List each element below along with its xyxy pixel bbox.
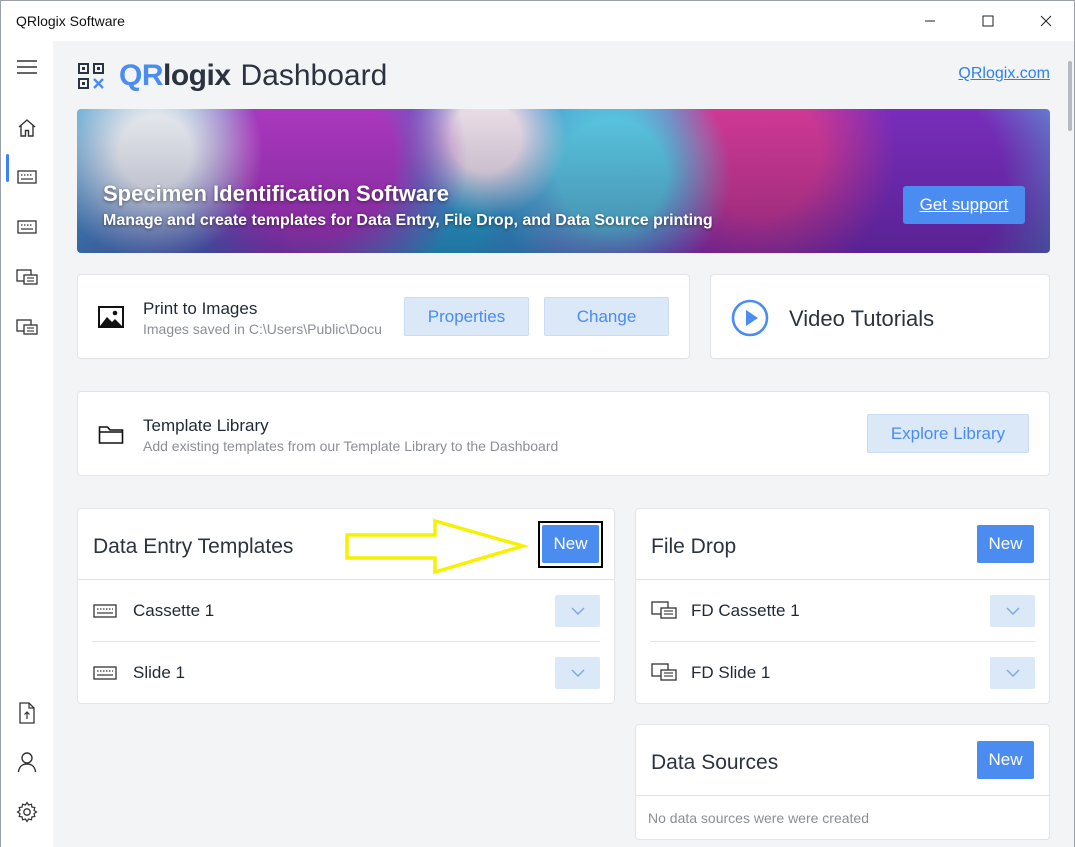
sidebar-item-settings[interactable] bbox=[15, 800, 39, 824]
app-window: QRlogix Software QRlogix Dashboard QRlog… bbox=[0, 0, 1075, 847]
explore-library-button[interactable]: Explore Library bbox=[867, 414, 1029, 453]
file-drop-title: File Drop bbox=[651, 535, 737, 558]
chevron-down-icon bbox=[571, 669, 584, 677]
expand-button[interactable] bbox=[555, 657, 600, 689]
divider bbox=[636, 795, 1049, 796]
data-entry-title: Data Entry Templates bbox=[93, 535, 294, 558]
data-sources-card: Data Sources New No data sources were we… bbox=[635, 724, 1050, 840]
sidebar-item-home[interactable] bbox=[15, 116, 39, 140]
qr-code-icon bbox=[78, 63, 104, 89]
window-title: QRlogix Software bbox=[16, 13, 125, 29]
image-icon bbox=[98, 305, 124, 329]
sidebar-item-data-entry-2[interactable] bbox=[15, 215, 39, 239]
file-drop-name: FD Slide 1 bbox=[691, 663, 771, 682]
template-name: Slide 1 bbox=[133, 663, 185, 682]
template-library-card: Template Library Add existing templates … bbox=[77, 391, 1050, 476]
sidebar-active-indicator bbox=[6, 154, 9, 182]
gear-icon bbox=[16, 801, 38, 823]
sidebar bbox=[1, 41, 53, 847]
file-drop-icon bbox=[16, 269, 38, 285]
page-header: QRlogix Dashboard bbox=[77, 59, 387, 93]
sidebar-item-export[interactable] bbox=[15, 701, 39, 725]
keyboard-icon bbox=[92, 603, 118, 619]
title-bar: QRlogix Software bbox=[1, 1, 1074, 41]
file-drop-name: FD Cassette 1 bbox=[691, 601, 800, 620]
sidebar-item-data-entry[interactable] bbox=[15, 165, 39, 189]
play-icon bbox=[731, 299, 769, 337]
expand-button[interactable] bbox=[555, 595, 600, 627]
folder-icon bbox=[98, 422, 124, 446]
maximize-icon bbox=[982, 15, 994, 27]
home-icon bbox=[18, 119, 36, 137]
video-tutorials-title: Video Tutorials bbox=[789, 306, 935, 331]
sidebar-item-file-drop[interactable] bbox=[15, 265, 39, 289]
scrollbar[interactable] bbox=[1068, 61, 1072, 131]
close-icon bbox=[1040, 15, 1052, 27]
new-data-source-button[interactable]: New bbox=[977, 741, 1034, 779]
divider bbox=[650, 641, 1035, 642]
sidebar-item-account[interactable] bbox=[15, 750, 39, 774]
divider bbox=[92, 641, 600, 642]
library-subtitle: Add existing templates from our Template… bbox=[143, 438, 559, 454]
printer-title: Print to Images bbox=[143, 299, 258, 318]
chevron-down-icon bbox=[571, 607, 584, 615]
printer-path: Images saved in C:\Users\Public\Docu bbox=[143, 321, 382, 337]
hero-banner: Specimen Identification Software Manage … bbox=[77, 109, 1050, 253]
main-content: QRlogix Dashboard QRlogix.com Specimen I… bbox=[53, 41, 1074, 847]
logo-logix-text: logix bbox=[163, 59, 231, 92]
library-title: Template Library bbox=[143, 416, 269, 435]
file-drop-card: File Drop New FD Cassette 1 FD Slide 1 bbox=[635, 508, 1050, 704]
keyboard-icon bbox=[17, 170, 37, 184]
annotation-arrow-icon bbox=[345, 518, 530, 575]
template-name: Cassette 1 bbox=[133, 601, 215, 620]
divider bbox=[78, 579, 614, 580]
change-printer-button[interactable]: Change bbox=[544, 297, 669, 336]
chevron-down-icon bbox=[1006, 607, 1019, 615]
data-sources-title: Data Sources bbox=[651, 751, 779, 774]
new-file-drop-button[interactable]: New bbox=[977, 525, 1034, 563]
close-button[interactable] bbox=[1017, 1, 1075, 41]
minimize-icon bbox=[925, 20, 935, 22]
logo: QRlogix bbox=[119, 59, 231, 93]
divider bbox=[636, 579, 1049, 580]
banner-subtitle: Manage and create templates for Data Ent… bbox=[103, 212, 713, 229]
menu-icon bbox=[17, 60, 37, 74]
minimize-button[interactable] bbox=[901, 1, 959, 41]
keyboard-icon bbox=[17, 220, 37, 234]
maximize-button[interactable] bbox=[959, 1, 1017, 41]
user-icon bbox=[17, 752, 37, 773]
keyboard-icon bbox=[92, 665, 118, 681]
expand-button[interactable] bbox=[990, 657, 1035, 689]
hamburger-menu-button[interactable] bbox=[15, 55, 39, 79]
website-link[interactable]: QRlogix.com bbox=[958, 65, 1050, 83]
video-tutorials-card[interactable]: Video Tutorials bbox=[710, 274, 1050, 359]
sidebar-item-file-drop-2[interactable] bbox=[15, 315, 39, 339]
get-support-button[interactable]: Get support bbox=[903, 186, 1025, 224]
file-export-icon bbox=[19, 702, 35, 724]
file-drop-icon bbox=[650, 663, 678, 681]
printer-card: Print to Images Images saved in C:\Users… bbox=[77, 274, 690, 359]
banner-title: Specimen Identification Software bbox=[103, 181, 449, 206]
chevron-down-icon bbox=[1006, 669, 1019, 677]
file-drop-icon bbox=[16, 319, 38, 335]
new-data-entry-button[interactable]: New bbox=[542, 525, 599, 563]
file-drop-icon bbox=[650, 601, 678, 619]
page-title: Dashboard bbox=[240, 59, 388, 92]
logo-qr-text: QR bbox=[119, 59, 164, 92]
properties-button[interactable]: Properties bbox=[404, 297, 529, 336]
expand-button[interactable] bbox=[990, 595, 1035, 627]
empty-state-text: No data sources were were created bbox=[648, 810, 869, 826]
